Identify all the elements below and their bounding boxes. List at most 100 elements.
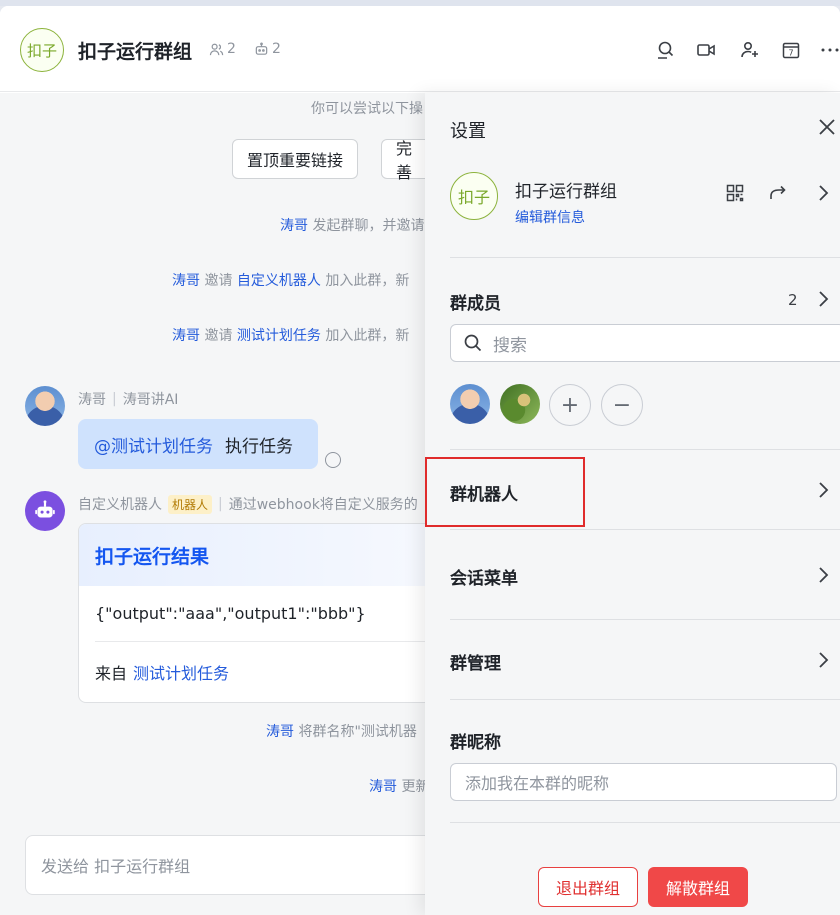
share-icon bbox=[770, 185, 786, 199]
members-count: 2 bbox=[788, 291, 798, 309]
actor-link[interactable]: 涛哥 bbox=[172, 328, 200, 344]
group-manage-item[interactable]: 群管理 bbox=[450, 649, 501, 674]
system-verb: 邀请 bbox=[204, 273, 233, 289]
system-text: 加入此群，新 bbox=[325, 273, 410, 289]
actor-link[interactable]: 涛哥 bbox=[266, 724, 294, 740]
quit-group-button[interactable]: 退出群组 bbox=[538, 867, 638, 907]
separator: | bbox=[218, 496, 223, 512]
message-card[interactable]: 扣子运行结果 {"output":"aaa","output1":"bbb"} … bbox=[78, 523, 458, 703]
bot-avatar[interactable] bbox=[25, 491, 65, 531]
member-search-input[interactable]: 搜索 bbox=[450, 324, 840, 362]
message-sender: 自定义机器人 机器人 | 通过webhook将自定义服务的 bbox=[78, 494, 418, 514]
target-link[interactable]: 测试计划任务 bbox=[237, 328, 321, 344]
calendar-icon: 7 bbox=[782, 42, 800, 59]
group-name: 扣子运行群组 bbox=[515, 182, 617, 202]
group-avatar[interactable]: 扣子 bbox=[20, 28, 64, 72]
nickname-section-title: 群昵称 bbox=[450, 733, 501, 753]
message-input[interactable]: 发送给 扣子运行群组 bbox=[25, 835, 455, 895]
bot-description: 通过webhook将自定义服务的 bbox=[228, 497, 418, 513]
close-icon[interactable] bbox=[815, 115, 839, 139]
complete-chip-label: 完善 bbox=[396, 139, 413, 182]
sender-name[interactable]: 自定义机器人 bbox=[78, 494, 162, 514]
member-count[interactable]: 2 bbox=[209, 41, 236, 57]
sender-name[interactable]: 涛哥 bbox=[78, 389, 106, 409]
chevron-right-icon[interactable] bbox=[813, 480, 833, 500]
divider bbox=[450, 529, 840, 530]
system-text: 将群名称"测试机器 bbox=[298, 724, 417, 740]
divider bbox=[450, 699, 840, 700]
divider bbox=[450, 449, 840, 450]
card-source-link[interactable]: 测试计划任务 bbox=[133, 660, 229, 684]
divider bbox=[450, 257, 840, 258]
svg-text:7: 7 bbox=[788, 49, 793, 58]
search-placeholder: 搜索 bbox=[493, 335, 527, 356]
system-verb: 邀请 bbox=[204, 328, 233, 344]
chat-window: 扣子 扣子运行群组 2 2 7 你可以尝试以下操 置顶重要链接 完善 涛哥 发起… bbox=[0, 6, 840, 915]
actor-link[interactable]: 涛哥 bbox=[369, 779, 397, 795]
minus-icon: − bbox=[612, 392, 632, 418]
system-message: 涛哥 发起群聊，并邀请 bbox=[280, 215, 424, 235]
read-status-icon[interactable] bbox=[325, 452, 341, 468]
video-icon bbox=[697, 44, 715, 56]
sender-title: 涛哥讲AI bbox=[122, 392, 179, 408]
remove-member-button[interactable]: − bbox=[601, 384, 643, 426]
qr-code-button[interactable] bbox=[725, 183, 747, 205]
bot-badge: 机器人 bbox=[168, 494, 213, 514]
more-button[interactable] bbox=[819, 39, 840, 61]
member-avatar[interactable] bbox=[500, 384, 540, 424]
system-message: 涛哥 邀请 自定义机器人 加入此群，新 bbox=[172, 270, 409, 290]
chevron-right-icon[interactable] bbox=[813, 565, 833, 585]
qr-code-icon bbox=[726, 184, 744, 202]
message-text: 执行任务 bbox=[225, 436, 293, 457]
more-icon bbox=[821, 48, 839, 52]
chevron-right-icon[interactable] bbox=[813, 183, 833, 203]
bot-count[interactable]: 2 bbox=[254, 41, 281, 57]
nickname-input[interactable]: 添加我在本群的昵称 bbox=[450, 763, 837, 801]
target-link[interactable]: 自定义机器人 bbox=[237, 273, 321, 289]
robot-icon bbox=[35, 500, 55, 518]
member-avatar[interactable] bbox=[450, 384, 490, 424]
card-source-label: 来自 bbox=[95, 664, 128, 683]
search-chat-button[interactable] bbox=[654, 39, 676, 61]
card-output: {"output":"aaa","output1":"bbb"} bbox=[95, 586, 441, 642]
divider bbox=[450, 822, 840, 823]
members-icon bbox=[209, 43, 224, 55]
actor-link[interactable]: 涛哥 bbox=[172, 273, 200, 289]
chevron-right-icon[interactable] bbox=[813, 289, 833, 309]
calendar-button[interactable]: 7 bbox=[780, 39, 802, 61]
pin-links-chip[interactable]: 置顶重要链接 bbox=[232, 139, 359, 179]
system-message: 涛哥 更新 bbox=[369, 776, 429, 796]
highlight-box bbox=[425, 457, 585, 527]
plus-icon: + bbox=[560, 392, 580, 418]
chat-menu-item[interactable]: 会话菜单 bbox=[450, 564, 518, 589]
dissolve-group-button[interactable]: 解散群组 bbox=[648, 867, 748, 907]
avatar[interactable] bbox=[25, 386, 65, 426]
add-member-button[interactable]: + bbox=[549, 384, 591, 426]
hint-text: 你可以尝试以下操 bbox=[311, 101, 423, 117]
system-message: 涛哥 将群名称"测试机器 bbox=[266, 721, 417, 741]
group-title[interactable]: 扣子运行群组 bbox=[78, 37, 192, 64]
chat-header: 扣子 扣子运行群组 2 2 7 bbox=[0, 6, 840, 92]
message-bubble[interactable]: @测试计划任务 执行任务 bbox=[78, 419, 318, 469]
robot-icon bbox=[255, 42, 268, 55]
group-avatar[interactable]: 扣子 bbox=[450, 172, 498, 220]
video-call-button[interactable] bbox=[695, 39, 717, 61]
search-icon bbox=[658, 41, 674, 59]
system-message: 涛哥 邀请 测试计划任务 加入此群，新 bbox=[172, 325, 409, 345]
panel-title: 设置 bbox=[450, 121, 486, 142]
system-text: 加入此群，新 bbox=[325, 328, 410, 344]
bot-count-value: 2 bbox=[272, 41, 281, 57]
chevron-right-icon[interactable] bbox=[813, 650, 833, 670]
add-member-button[interactable] bbox=[739, 39, 761, 61]
members-section-title[interactable]: 群成员 bbox=[450, 289, 501, 314]
separator: | bbox=[112, 391, 117, 407]
share-button[interactable] bbox=[768, 183, 790, 205]
add-user-icon bbox=[741, 41, 758, 58]
system-text: 发起群聊，并邀请 bbox=[312, 218, 425, 234]
member-count-value: 2 bbox=[227, 41, 236, 57]
actor-link[interactable]: 涛哥 bbox=[280, 218, 308, 234]
settings-panel: 设置 扣子 扣子运行群组 编辑群信息 群成员 2 搜索 + − 群机器人 会话菜… bbox=[425, 93, 840, 915]
edit-group-info-link[interactable]: 编辑群信息 bbox=[515, 207, 585, 227]
card-body: {"output":"aaa","output1":"bbb"} 来自 测试计划… bbox=[79, 586, 457, 702]
mention-link[interactable]: @测试计划任务 bbox=[94, 432, 213, 457]
